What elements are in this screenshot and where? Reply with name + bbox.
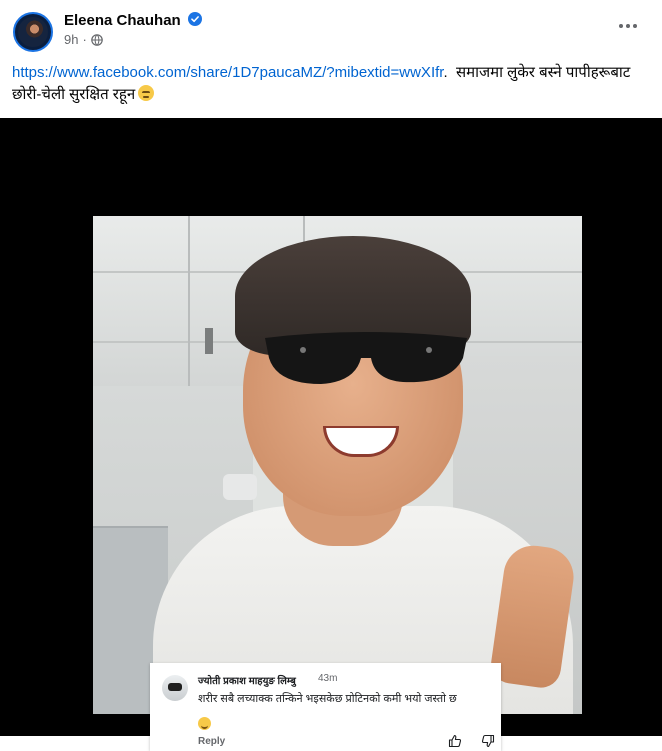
ceiling-fixture	[205, 328, 213, 354]
link-suffix: .	[443, 64, 448, 81]
post-meta: 9h ·	[64, 32, 103, 47]
reply-button: Reply	[198, 736, 226, 747]
comment-text: शरीर सबै लच्याक्क तन्किने भइसकेछ प्रोटिन…	[198, 693, 457, 705]
sunglasses	[265, 332, 467, 384]
shared-link[interactable]: https://www.facebook.com/share/1D7paucaM…	[12, 64, 443, 81]
wall-fan	[223, 474, 257, 500]
video-player[interactable]: ज्योती प्रकाश माहयुङ लिम्बु 43m शरीर सबै…	[0, 118, 662, 751]
meta-separator: ·	[82, 32, 87, 47]
author-name[interactable]: Eleena Chauhan	[64, 12, 181, 29]
post-text: https://www.facebook.com/share/1D7paucaM…	[12, 62, 652, 106]
globe-icon[interactable]	[91, 33, 103, 46]
smile-emoji	[198, 717, 211, 730]
sad-face-emoji	[138, 85, 155, 101]
post-time[interactable]: 9h	[64, 32, 78, 47]
post-header: Eleena Chauhan 9h ·	[0, 0, 662, 58]
thumbs-up-icon	[448, 734, 462, 748]
more-options-button[interactable]	[616, 16, 640, 36]
video-frame[interactable]	[93, 216, 582, 714]
verified-badge-icon	[188, 12, 202, 26]
thumbs-down-icon	[481, 734, 495, 748]
commenter-name: ज्योती प्रकाश माहयुङ लिम्बु	[198, 676, 296, 687]
more-options-icon	[619, 24, 623, 28]
comment-overlay: ज्योती प्रकाश माहयुङ लिम्बु 43m शरीर सबै…	[150, 663, 501, 751]
commenter-avatar	[162, 675, 188, 701]
comment-time: 43m	[318, 673, 338, 684]
author-avatar[interactable]	[13, 12, 53, 52]
